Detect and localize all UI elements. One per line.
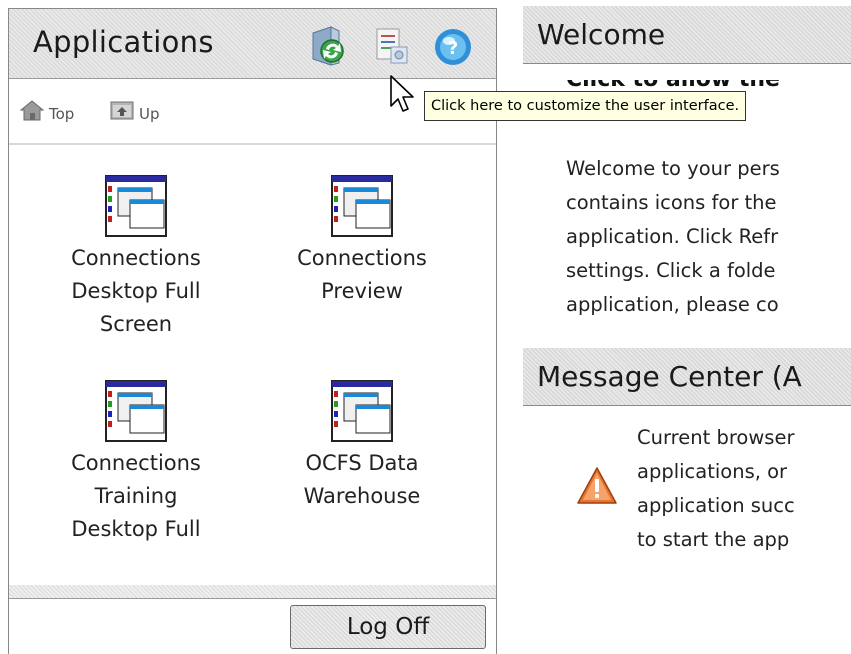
applications-title: Applications [33, 25, 214, 59]
welcome-title: Welcome [537, 18, 666, 51]
svg-text:?: ? [448, 38, 458, 59]
app-name: Connections Desktop Full Screen [71, 246, 201, 336]
mouse-pointer-icon [389, 74, 415, 114]
log-off-button[interactable]: Log Off [290, 605, 486, 649]
welcome-line: Welcome to your pers [566, 157, 780, 180]
message-center-header: Message Center (A [523, 348, 851, 406]
app-tile-connections-training-desktop-full[interactable]: Connections Training Desktop Full [31, 379, 241, 546]
message-center-body: Current browser applications, or applica… [637, 421, 851, 557]
app-name: OCFS Data Warehouse [303, 451, 421, 508]
folder-up-icon [110, 101, 134, 120]
customize-tooltip: Click here to customize the user interfa… [424, 91, 747, 121]
message-line: Current browser [637, 426, 795, 449]
application-window-icon [104, 379, 168, 443]
nav-up-label: Up [139, 105, 160, 123]
nav-up-link[interactable]: Up [109, 97, 160, 123]
message-line: applications, or [637, 460, 788, 483]
app-tile-ocfs-data-warehouse[interactable]: OCFS Data Warehouse [257, 379, 467, 513]
application-window-icon [330, 379, 394, 443]
welcome-body-text: Welcome to your pers contains icons for … [566, 152, 851, 322]
app-name: Connections Training Desktop Full [71, 451, 201, 541]
message-line: application succ [637, 494, 795, 517]
home-icon [19, 100, 45, 121]
help-icon[interactable]: ? [433, 25, 473, 69]
customize-icon[interactable] [371, 25, 411, 69]
app-name: Connections Preview [297, 246, 427, 303]
app-tile-connections-preview[interactable]: Connections Preview [257, 174, 467, 308]
applications-header: Applications ? [9, 9, 496, 79]
warning-icon [576, 466, 618, 506]
welcome-line: contains icons for the [566, 191, 777, 214]
nav-top-label: Top [49, 105, 75, 123]
panel-footer-band [9, 585, 496, 599]
refresh-icon[interactable] [309, 25, 349, 69]
message-line: to start the app [637, 528, 790, 551]
navigation-row: Top Up [9, 87, 496, 145]
welcome-line: application. Click Refr [566, 225, 779, 248]
welcome-line: settings. Click a folde [566, 259, 776, 282]
application-window-icon [104, 174, 168, 238]
welcome-portlet-header: Welcome [523, 6, 851, 64]
application-window-icon [330, 174, 394, 238]
nav-top-link[interactable]: Top [19, 97, 74, 123]
message-center-title: Message Center (A [537, 360, 802, 393]
welcome-line: application, please co [566, 293, 779, 316]
app-tile-connections-desktop-full-screen[interactable]: Connections Desktop Full Screen [31, 174, 241, 341]
